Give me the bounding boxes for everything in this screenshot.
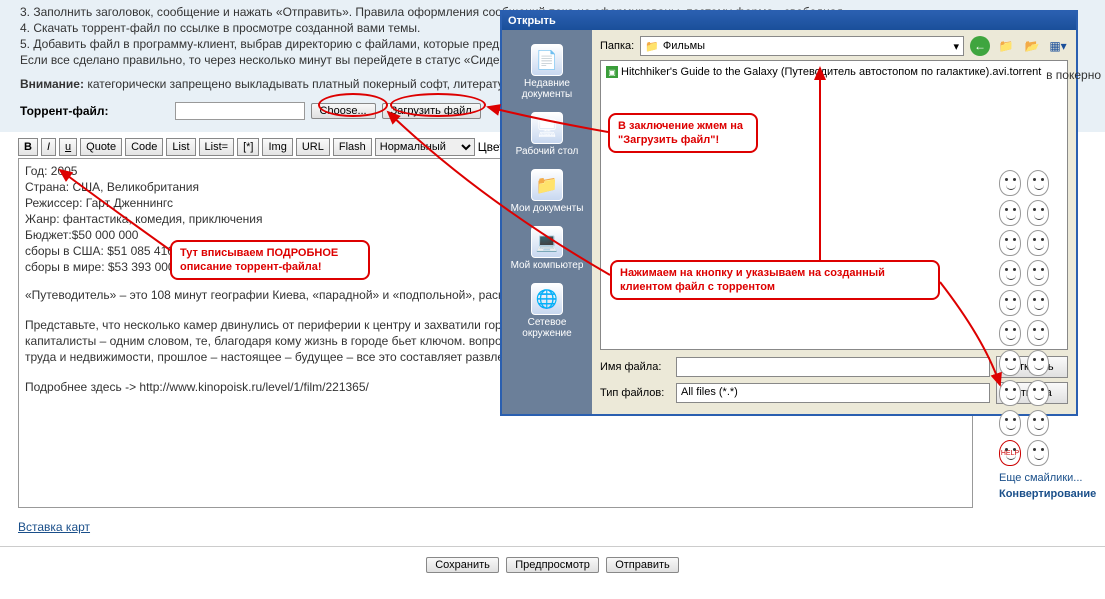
desktop-icon: 🖥 (531, 112, 563, 144)
preview-button[interactable]: Предпросмотр (506, 557, 599, 573)
smiley[interactable] (999, 380, 1021, 406)
folder-icon: 📁 (531, 169, 563, 201)
sidebar-item-desktop[interactable]: 🖥Рабочий стол (502, 106, 592, 163)
up-icon[interactable]: 📁 (996, 36, 1016, 56)
filetype-label: Тип файлов: (600, 387, 670, 399)
sidebar-item-mycomp[interactable]: 💻Мой компьютер (502, 220, 592, 277)
smiley[interactable] (1027, 230, 1049, 256)
list-eq-button[interactable]: List= (199, 138, 235, 156)
smiley[interactable] (999, 170, 1021, 196)
torrent-file-input[interactable] (175, 102, 305, 120)
smiley-picker: HELP Еще смайлики... Конвертирование (999, 170, 1099, 500)
img-button[interactable]: Img (262, 138, 292, 156)
warning-label: Внимание: (20, 77, 84, 91)
dialog-titlebar: Открыть (502, 12, 1076, 30)
smiley[interactable] (1027, 410, 1049, 436)
network-icon: 🌐 (531, 283, 563, 315)
insert-maps-link[interactable]: Вставка карт (0, 514, 1105, 540)
smiley[interactable] (1027, 170, 1049, 196)
save-button[interactable]: Сохранить (426, 557, 499, 573)
sidebar-item-network[interactable]: 🌐Сетевое окружение (502, 277, 592, 345)
submit-button[interactable]: Отправить (606, 557, 679, 573)
new-folder-icon[interactable]: 📂 (1022, 36, 1042, 56)
torrent-file-icon: ▣ (606, 66, 618, 78)
url-button[interactable]: URL (296, 138, 330, 156)
list-item-button[interactable]: [*] (237, 138, 259, 156)
annotation-click: Нажимаем на кнопку и указываем на создан… (610, 260, 940, 300)
file-list[interactable]: ▣ Hitchhiker's Guide to the Galaxy (Путе… (600, 60, 1068, 350)
smiley[interactable] (999, 410, 1021, 436)
smiley[interactable] (999, 260, 1021, 286)
filename-label: Имя файла: (600, 361, 670, 373)
sidebar-item-mydocs[interactable]: 📁Мои документы (502, 163, 592, 220)
smiley[interactable] (1027, 200, 1049, 226)
smiley[interactable] (1027, 260, 1049, 286)
folder-icon: 📁 (645, 40, 659, 53)
back-icon[interactable]: ← (970, 36, 990, 56)
smiley[interactable] (999, 320, 1021, 346)
smiley[interactable] (999, 290, 1021, 316)
annotation-circle-upload (390, 93, 486, 117)
annotation-description: Тут вписываем ПОДРОБНОЕ описание торрент… (170, 240, 370, 280)
smiley[interactable] (1027, 440, 1049, 466)
torrent-label: Торрент-файл: (20, 104, 109, 118)
warning-tail: в покерно (1046, 68, 1101, 82)
filename-input[interactable] (676, 357, 990, 377)
view-icon[interactable]: ▦▾ (1048, 36, 1068, 56)
convert-link[interactable]: Конвертирование (999, 488, 1099, 500)
quote-button[interactable]: Quote (80, 138, 122, 156)
computer-icon: 💻 (531, 226, 563, 258)
more-smileys-link[interactable]: Еще смайлики... (999, 472, 1099, 484)
annotation-upload: В заключение жмем на"Загрузить файл"! (608, 113, 758, 153)
filetype-select[interactable]: All files (*.*) (676, 383, 990, 403)
italic-button[interactable]: I (41, 138, 56, 156)
list-button[interactable]: List (166, 138, 195, 156)
dialog-title: Открыть (508, 15, 556, 27)
smiley[interactable] (1027, 290, 1049, 316)
recent-icon: 📄 (531, 44, 563, 76)
code-button[interactable]: Code (125, 138, 163, 156)
smiley[interactable] (999, 230, 1021, 256)
smiley[interactable] (999, 200, 1021, 226)
smiley[interactable] (1027, 380, 1049, 406)
size-select[interactable]: Нормальный (375, 138, 475, 156)
bold-button[interactable]: B (18, 138, 38, 156)
flash-button[interactable]: Flash (333, 138, 372, 156)
annotation-circle-choose (318, 93, 388, 117)
sidebar-item-recent[interactable]: 📄Недавние документы (502, 38, 592, 106)
underline-button[interactable]: u (59, 138, 77, 156)
smiley[interactable] (1027, 350, 1049, 376)
folder-select[interactable]: 📁Фильмы▾ (640, 36, 964, 56)
folder-label: Папка: (600, 40, 634, 52)
smiley[interactable] (1027, 320, 1049, 346)
open-file-dialog: Открыть 📄Недавние документы 🖥Рабочий сто… (500, 10, 1078, 416)
smiley-help[interactable]: HELP (999, 440, 1021, 466)
smiley[interactable] (999, 350, 1021, 376)
file-item[interactable]: ▣ Hitchhiker's Guide to the Galaxy (Путе… (605, 65, 1063, 79)
